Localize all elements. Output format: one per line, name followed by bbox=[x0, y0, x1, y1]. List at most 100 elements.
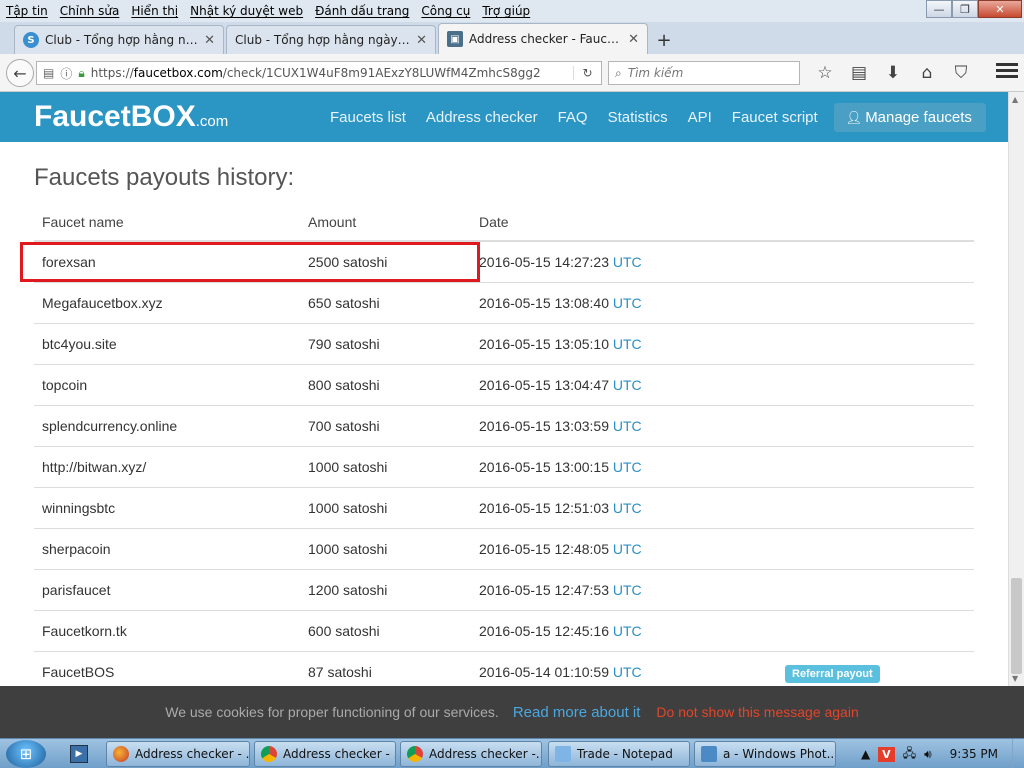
nav-statistics[interactable]: Statistics bbox=[598, 109, 678, 126]
payout-amount: 1000 satoshi bbox=[308, 459, 388, 475]
utc-label[interactable]: UTC bbox=[613, 541, 642, 557]
faucet-name: sherpacoin bbox=[42, 541, 111, 557]
navigation-bar: ← ▤ ⓘ 🔒︎ https://faucetbox.com/check/1CU… bbox=[0, 54, 1024, 92]
table-row: splendcurrency.online 700 satoshi 2016-05-… bbox=[34, 406, 974, 447]
faucet-name: topcoin bbox=[42, 377, 88, 393]
table-row: forexsan 2500 satoshi 2016-05-15 14:27:23 … bbox=[20, 242, 974, 283]
taskbar-item-chrome-1[interactable]: Address checker - ... bbox=[254, 741, 396, 767]
cookie-text: We use cookies for proper functioning of… bbox=[165, 704, 499, 720]
page-menu-icon[interactable]: ▤ bbox=[43, 66, 54, 80]
row-extra: Referral payout bbox=[777, 664, 974, 683]
column-faucet-name: Faucet name bbox=[42, 214, 124, 230]
table-row: parisfaucet 1200 satoshi 2016-05-15 12:47:… bbox=[34, 570, 974, 611]
highlight-box bbox=[20, 242, 480, 282]
tray-expand-icon[interactable]: ▲ bbox=[861, 747, 870, 761]
faucetbox-logo[interactable]: FaucetBOX.com bbox=[34, 100, 228, 134]
tab-club-1[interactable]: S Club - Tổng hợp hằng ngà... ✕ bbox=[14, 25, 224, 54]
faucet-name: parisfaucet bbox=[42, 582, 111, 598]
menu-help[interactable]: Trợ giúp bbox=[476, 4, 536, 18]
utc-label[interactable]: UTC bbox=[613, 377, 642, 393]
payouts-table: Faucet name Amount Date forexsan 2500 sat… bbox=[20, 204, 974, 686]
taskbar-item-notepad[interactable]: Trade - Notepad bbox=[548, 741, 690, 767]
url-text[interactable]: https://faucetbox.com/check/1CUX1W4uF8m9… bbox=[91, 66, 573, 80]
taskbar-item-photo-viewer[interactable]: a - Windows Phot... bbox=[694, 741, 836, 767]
close-window-button[interactable]: ✕ bbox=[978, 0, 1022, 18]
taskbar-item-firefox[interactable]: Address checker - ... bbox=[106, 741, 250, 767]
page-scrollbar[interactable]: ▲ ▼ bbox=[1008, 92, 1024, 686]
scroll-thumb[interactable] bbox=[1011, 578, 1022, 674]
scroll-down-icon[interactable]: ▼ bbox=[1012, 674, 1018, 683]
tab-address-checker[interactable]: ▣ Address checker - FaucetB... ✕ bbox=[438, 23, 648, 54]
site-nav: Faucets list Address checker FAQ Statist… bbox=[320, 92, 986, 142]
payout-amount: 87 satoshi bbox=[308, 664, 372, 680]
manage-faucets-button[interactable]: 👤︎ Manage faucets bbox=[833, 102, 986, 132]
column-amount: Amount bbox=[308, 214, 357, 230]
utc-label[interactable]: UTC bbox=[613, 623, 642, 639]
reading-list-icon[interactable]: ▤ bbox=[842, 63, 876, 83]
system-tray: ▲ V 🖧︎ 🔊︎ 9:35 PM bbox=[857, 739, 1024, 768]
utc-label[interactable]: UTC bbox=[613, 459, 642, 475]
user-icon: 👤︎ bbox=[845, 109, 863, 125]
search-bar[interactable]: ⌕ Tìm kiếm bbox=[608, 61, 800, 85]
volume-icon[interactable]: 🔊︎ bbox=[924, 747, 932, 762]
cookie-dismiss-link[interactable]: Do not show this message again bbox=[656, 704, 858, 720]
menu-history[interactable]: Nhật ký duyệt web bbox=[184, 4, 309, 18]
toolbar-icons: ☆ ▤ ⬇ ⌂ ⛉ bbox=[808, 61, 978, 85]
bookmark-star-icon[interactable]: ☆ bbox=[808, 63, 842, 83]
payout-date: 2016-05-15 13:03:59 UTC bbox=[479, 418, 642, 434]
tab-close-icon[interactable]: ✕ bbox=[628, 32, 639, 47]
utc-label[interactable]: UTC bbox=[613, 664, 642, 680]
menu-edit[interactable]: Chỉnh sửa bbox=[54, 4, 126, 18]
back-button[interactable]: ← bbox=[6, 59, 34, 87]
menu-tools[interactable]: Công cụ bbox=[415, 4, 476, 18]
download-icon[interactable]: ⬇ bbox=[876, 63, 910, 83]
utc-label[interactable]: UTC bbox=[613, 336, 642, 352]
utc-label[interactable]: UTC bbox=[613, 295, 642, 311]
media-player-icon[interactable]: ▶ bbox=[70, 745, 88, 763]
faucet-name: winningsbtc bbox=[42, 500, 116, 516]
start-button[interactable]: ⊞ bbox=[6, 740, 46, 768]
minimize-button[interactable]: — bbox=[926, 0, 952, 18]
nav-address-checker[interactable]: Address checker bbox=[416, 109, 548, 126]
tab-close-icon[interactable]: ✕ bbox=[416, 33, 427, 48]
nav-api[interactable]: API bbox=[678, 109, 722, 126]
page-title: Faucets payouts history: bbox=[34, 164, 295, 191]
maximize-button[interactable]: ❐ bbox=[952, 0, 978, 18]
network-icon[interactable]: 🖧︎ bbox=[903, 744, 916, 765]
search-placeholder: Tìm kiếm bbox=[627, 66, 684, 80]
url-bar[interactable]: ▤ ⓘ 🔒︎ https://faucetbox.com/check/1CUX1… bbox=[36, 61, 602, 85]
tab-club-2[interactable]: Club - Tổng hợp hằng ngày cá... ✕ bbox=[226, 25, 436, 54]
vivaldi-tray-icon[interactable]: V bbox=[878, 746, 895, 762]
table-header: Faucet name Amount Date bbox=[34, 204, 974, 242]
nav-faq[interactable]: FAQ bbox=[548, 109, 598, 126]
new-tab-button[interactable]: + bbox=[650, 26, 678, 54]
tab-close-icon[interactable]: ✕ bbox=[204, 33, 215, 48]
menu-file[interactable]: Tập tin bbox=[0, 4, 54, 18]
taskbar-item-chrome-2[interactable]: Address checker -... bbox=[400, 741, 542, 767]
cookie-read-more-link[interactable]: Read more about it bbox=[513, 704, 641, 721]
back-arrow-icon: ← bbox=[13, 63, 27, 83]
shield-icon[interactable]: ⛉ bbox=[944, 63, 978, 83]
faucetbox-favicon-icon: ▣ bbox=[447, 31, 463, 47]
clock[interactable]: 9:35 PM bbox=[950, 747, 998, 761]
hamburger-menu-icon[interactable] bbox=[996, 63, 1018, 81]
chrome-icon bbox=[261, 746, 277, 762]
nav-faucets-list[interactable]: Faucets list bbox=[320, 109, 416, 126]
lock-icon: 🔒︎ bbox=[78, 65, 85, 80]
utc-label[interactable]: UTC bbox=[613, 500, 642, 516]
utc-label[interactable]: UTC bbox=[613, 418, 642, 434]
payout-date: 2016-05-15 12:51:03 UTC bbox=[479, 500, 642, 516]
scroll-up-icon[interactable]: ▲ bbox=[1012, 95, 1018, 104]
nav-faucet-script[interactable]: Faucet script bbox=[722, 109, 828, 126]
utc-label[interactable]: UTC bbox=[613, 254, 642, 270]
info-icon[interactable]: ⓘ bbox=[60, 65, 72, 82]
home-icon[interactable]: ⌂ bbox=[910, 63, 944, 83]
menu-view[interactable]: Hiển thị bbox=[125, 4, 184, 18]
windows-logo-icon: ⊞ bbox=[19, 745, 33, 763]
utc-label[interactable]: UTC bbox=[613, 582, 642, 598]
menu-bar: Tập tin Chỉnh sửa Hiển thị Nhật ký duyệt… bbox=[0, 0, 1024, 22]
menu-bookmarks[interactable]: Đánh dấu trang bbox=[309, 4, 415, 18]
reload-icon[interactable]: ↻ bbox=[573, 66, 601, 80]
show-desktop-button[interactable] bbox=[1012, 739, 1024, 768]
table-row: Megafaucetbox.xyz 650 satoshi 2016-05-15 1… bbox=[34, 283, 974, 324]
